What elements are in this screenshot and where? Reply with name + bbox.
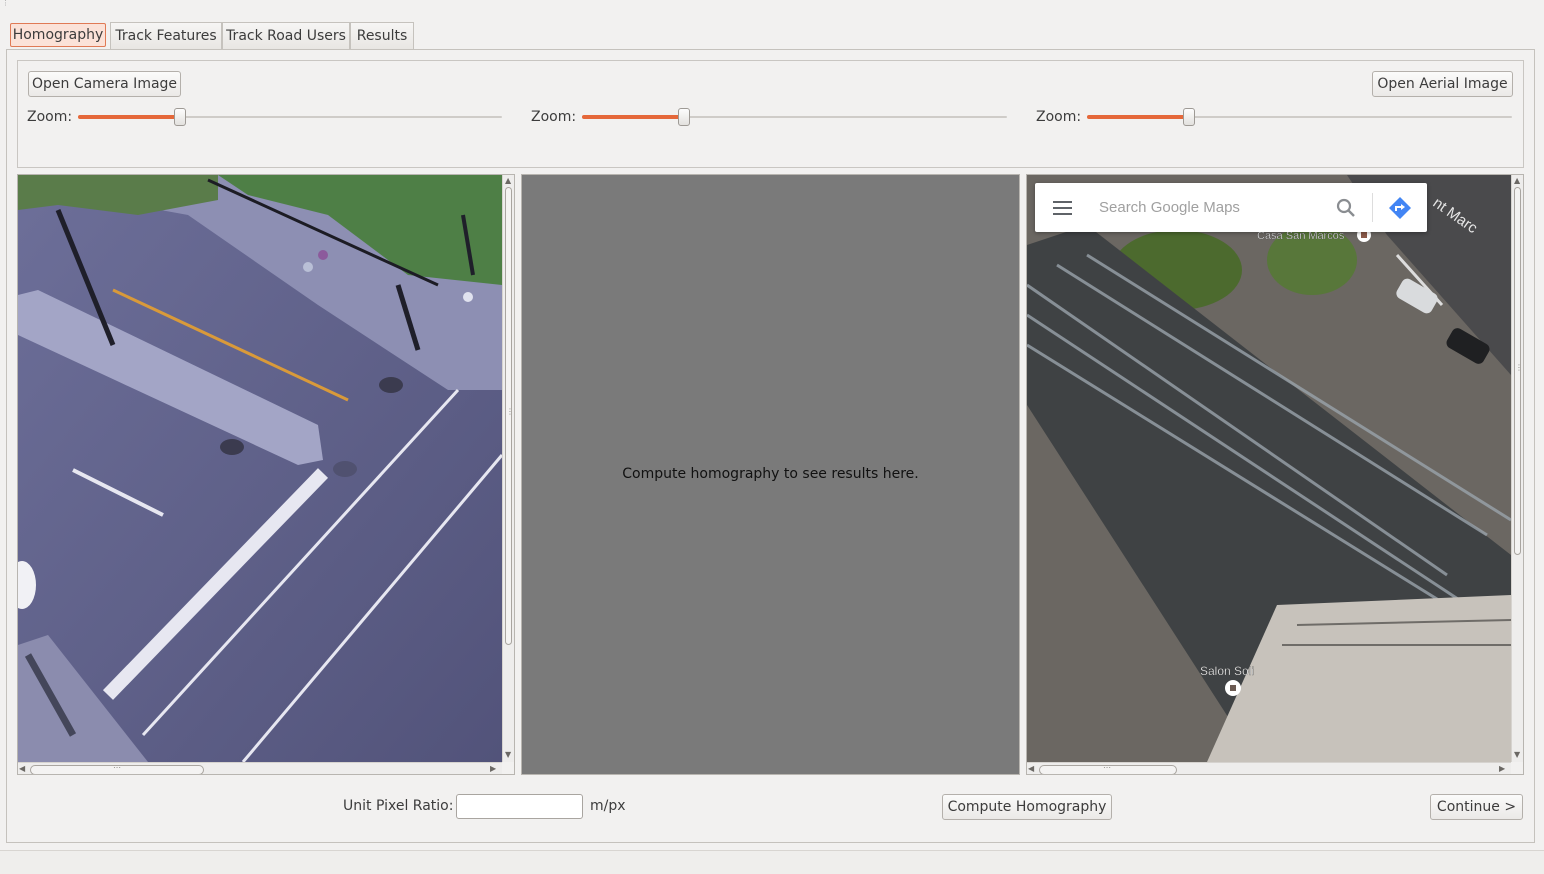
status-bar: [0, 850, 1544, 874]
aerial-horizontal-scrollbar[interactable]: ◀ ⋯ ▶: [1027, 762, 1511, 774]
map-search-box[interactable]: Search Google Maps: [1035, 183, 1427, 232]
camera-horizontal-scrollbar[interactable]: ◀ ⋯ ▶: [18, 762, 502, 774]
aerial-image: nt Marc Casa San Marcos Salon Soli: [1027, 175, 1511, 762]
zoom-slider-result[interactable]: [582, 107, 1007, 127]
directions-icon[interactable]: [1388, 196, 1412, 220]
open-aerial-image-button[interactable]: Open Aerial Image: [1372, 71, 1513, 97]
tab-track-road-users[interactable]: Track Road Users: [222, 22, 350, 49]
tab-track-features[interactable]: Track Features: [110, 22, 222, 49]
zoom-slider-camera[interactable]: [78, 107, 502, 127]
place-label-salon-soli: Salon Soli: [1200, 664, 1254, 678]
tab-homography[interactable]: Homography: [10, 23, 106, 47]
zoom-slider-fill: [78, 115, 180, 119]
unit-pixel-ratio-label: Unit Pixel Ratio:: [343, 798, 454, 814]
camera-image: [18, 175, 502, 762]
camera-vertical-scrollbar[interactable]: ▲ ⋮ ▼: [502, 175, 514, 762]
compute-homography-button[interactable]: Compute Homography: [942, 794, 1112, 820]
camera-image-view[interactable]: ▲ ⋮ ▼ ◀ ⋯ ▶: [17, 174, 515, 775]
aerial-vertical-scrollbar[interactable]: ▲ ⋮ ▼: [1511, 175, 1523, 762]
zoom-slider-handle[interactable]: [174, 108, 186, 126]
zoom-slider-handle[interactable]: [1183, 108, 1195, 126]
menu-icon[interactable]: [1053, 200, 1073, 216]
continue-button[interactable]: Continue >: [1430, 794, 1523, 820]
homography-result-view[interactable]: Compute homography to see results here.: [521, 174, 1020, 775]
zoom-slider-handle[interactable]: [678, 108, 690, 126]
zoom-slider-aerial[interactable]: [1087, 107, 1512, 127]
zoom-label-camera: Zoom:: [27, 109, 73, 125]
result-placeholder-message: Compute homography to see results here.: [622, 466, 919, 482]
unit-pixel-ratio-input[interactable]: [456, 794, 583, 819]
zoom-label-result: Zoom:: [531, 109, 577, 125]
aerial-image-view[interactable]: nt Marc Casa San Marcos Salon Soli ▲ ⋮ ▼…: [1026, 174, 1524, 775]
window-grip: ⋮: [2, 0, 9, 7]
zoom-slider-fill: [1087, 115, 1189, 119]
map-search-input[interactable]: Search Google Maps: [1099, 199, 1240, 216]
zoom-label-aerial: Zoom:: [1036, 109, 1082, 125]
open-camera-image-button[interactable]: Open Camera Image: [28, 71, 181, 97]
zoom-slider-fill: [582, 115, 684, 119]
search-icon[interactable]: [1336, 198, 1356, 218]
tab-results[interactable]: Results: [350, 22, 414, 49]
unit-pixel-ratio-unit: m/px: [590, 798, 626, 814]
